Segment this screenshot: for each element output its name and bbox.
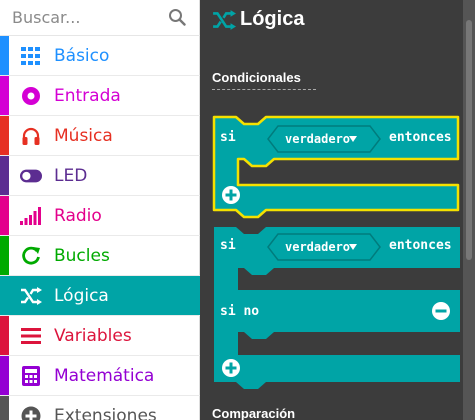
category-label: Extensiones [54,406,157,420]
category-logica[interactable]: Lógica [0,276,200,316]
category-label: Variables [54,326,132,346]
toolbox: Básico Entrada Música LED [0,0,200,420]
category-label: Radio [54,206,102,226]
category-color-bar [0,116,9,155]
search-bar [0,0,200,36]
section-label-comparison: Comparación [212,406,308,420]
category-color-bar [0,396,9,420]
category-extensiones[interactable]: Extensiones [0,396,200,420]
category-color-bar [0,156,9,195]
category-matematica[interactable]: Matemática [0,356,200,396]
plus-circle-icon [20,406,42,420]
search-input[interactable] [12,2,172,33]
category-label: LED [54,166,88,186]
category-led[interactable]: LED [0,156,200,196]
blocks-flyout: Lógica Condicionales si verdadero entonc… [200,0,475,420]
flyout-scrollbar[interactable] [463,0,475,420]
category-radio[interactable]: Radio [0,196,200,236]
shuffle-icon [20,286,42,306]
category-label: Entrada [54,86,121,106]
boolean-dropdown[interactable]: verdadero [285,240,350,254]
category-musica[interactable]: Música [0,116,200,156]
radio-target-icon [20,86,42,106]
category-label: Lógica [54,286,109,306]
category-color-bar [0,316,9,355]
grid-icon [20,46,42,66]
category-color-bar [0,76,9,115]
category-color-bar [0,356,9,395]
category-variables[interactable]: Variables [0,316,200,356]
signal-bars-icon [20,206,42,226]
block-then-label: entonces [389,238,452,253]
scrollbar-thumb[interactable] [466,20,472,260]
calculator-icon [20,366,42,386]
search-icon[interactable] [168,8,186,26]
category-label: Básico [54,46,110,66]
minus-icon[interactable] [432,302,450,320]
category-basico[interactable]: Básico [0,36,200,76]
category-label: Bucles [54,246,110,266]
block-else-label: si no [220,304,260,319]
list-icon [20,326,42,346]
category-color-bar [0,196,9,235]
category-bucles[interactable]: Bucles [0,236,200,276]
category-color-bar [0,276,9,315]
block-if-label: si [220,238,236,253]
category-color-bar [0,36,9,75]
category-label: Matemática [54,366,155,386]
refresh-icon [20,246,42,266]
headphones-icon [20,126,42,146]
toggle-icon [20,166,42,186]
plus-icon[interactable] [222,359,240,377]
category-color-bar [0,236,9,275]
category-label: Música [54,126,113,146]
category-entrada[interactable]: Entrada [0,76,200,116]
block-if-then-else[interactable] [200,0,475,420]
